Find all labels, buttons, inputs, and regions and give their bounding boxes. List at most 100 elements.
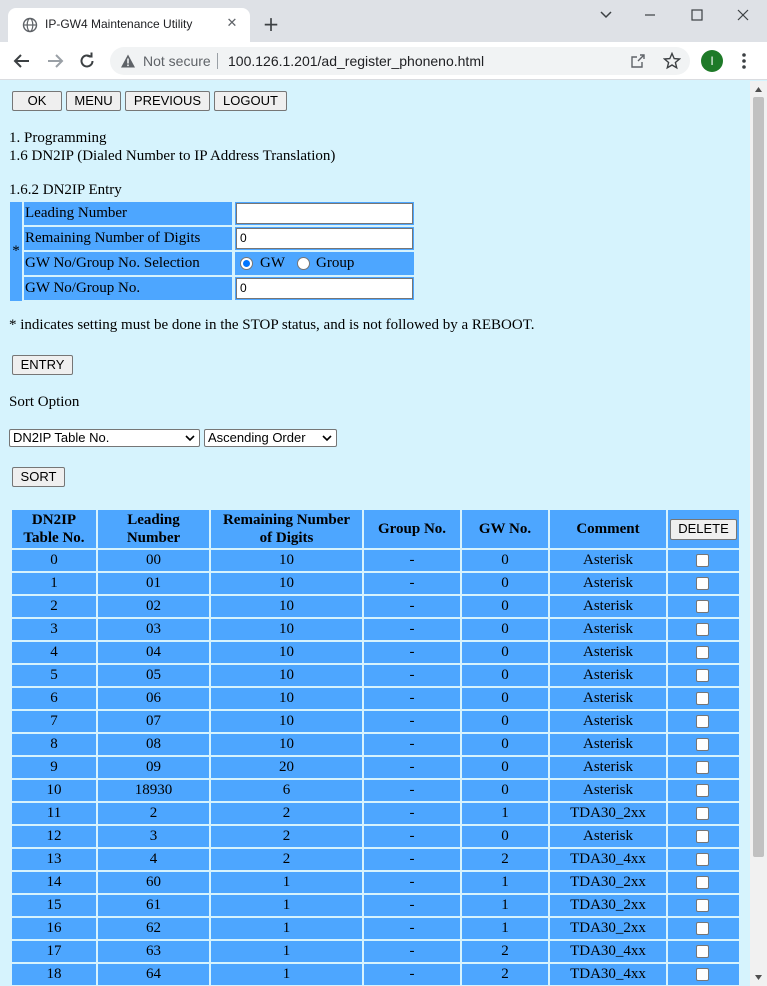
header-remaining-line1: Remaining Number [222,512,351,528]
delete-checkbox[interactable] [696,623,709,636]
cell-delete [668,803,739,824]
tab-close-icon[interactable]: ✕ [224,16,240,32]
bookmark-star-icon[interactable] [663,52,681,70]
entry-button[interactable]: ENTRY [12,355,73,375]
address-bar[interactable]: Not secure 100.126.1.201/ad_register_pho… [110,47,690,75]
cell-leading-number: 18930 [98,780,209,801]
sort-field-select[interactable]: DN2IP Table No. [9,429,200,447]
gw-group-no-input[interactable]: 0 [236,278,413,299]
cell-group-no: - [364,780,460,801]
sort-button[interactable]: SORT [12,467,65,487]
cell-gw-no: 0 [462,757,548,778]
cell-delete [668,849,739,870]
delete-checkbox[interactable] [696,577,709,590]
cell-table-no: 17 [12,941,96,962]
more-options-icon[interactable] [736,51,752,71]
cell-gw-no: 0 [462,573,548,594]
vertical-scrollbar[interactable] [750,81,767,986]
cell-remaining-digits: 10 [211,573,362,594]
delete-checkbox[interactable] [696,761,709,774]
security-label[interactable]: Not secure [143,53,211,69]
delete-checkbox[interactable] [696,692,709,705]
maximize-icon[interactable] [685,4,709,26]
cell-group-no: - [364,711,460,732]
header-table-no: DN2IP Table No. [12,510,96,548]
reload-icon[interactable] [77,51,97,71]
cell-comment: TDA30_2xx [550,918,666,939]
header-group-no: Group No. [364,510,460,548]
cell-remaining-digits: 1 [211,872,362,893]
header-gw-no: GW No. [462,510,548,548]
sort-order-select[interactable]: Ascending Order [204,429,337,447]
browser-tab[interactable]: IP-GW4 Maintenance Utility ✕ [8,8,250,42]
delete-button[interactable]: DELETE [670,518,737,540]
cell-delete [668,619,739,640]
cell-leading-number: 06 [98,688,209,709]
back-arrow-icon[interactable] [12,51,32,71]
cell-remaining-digits: 20 [211,757,362,778]
logout-button[interactable]: LOGOUT [214,91,287,111]
delete-checkbox[interactable] [696,807,709,820]
header-group-no-label: Group No. [377,521,447,537]
cell-table-no: 16 [12,918,96,939]
cell-gw-no: 0 [462,619,548,640]
scroll-up-icon[interactable] [754,85,763,94]
form-row-leading-number: Leading Number [24,202,414,225]
delete-checkbox[interactable] [696,968,709,981]
cell-remaining-digits: 10 [211,596,362,617]
cell-delete [668,757,739,778]
delete-checkbox[interactable] [696,830,709,843]
header-remaining-line2: of Digits [259,530,314,546]
cell-comment: Asterisk [550,711,666,732]
delete-checkbox[interactable] [696,738,709,751]
cell-leading-number: 60 [98,872,209,893]
delete-checkbox[interactable] [696,876,709,889]
ok-button[interactable]: OK [12,91,62,111]
cell-group-no: - [364,619,460,640]
leading-number-input[interactable] [236,203,413,224]
delete-checkbox[interactable] [696,669,709,682]
new-tab-button[interactable]: + [261,14,281,34]
minimize-icon[interactable] [638,4,662,26]
cell-group-no: - [364,665,460,686]
radio-gw[interactable] [240,257,253,270]
cell-delete [668,826,739,847]
profile-avatar[interactable]: I [701,50,723,72]
remaining-digits-label: Remaining Number of Digits [24,227,232,250]
form-row-gw-group-no: GW No/Group No. 0 [24,277,414,300]
delete-checkbox[interactable] [696,600,709,613]
cell-remaining-digits: 10 [211,734,362,755]
remaining-digits-input[interactable]: 0 [236,228,413,249]
close-icon[interactable] [731,4,755,26]
radio-group[interactable] [297,257,310,270]
forward-arrow-icon[interactable] [45,51,65,71]
section-title: 1.6.2 DN2IP Entry [9,182,122,198]
cell-group-no: - [364,734,460,755]
cell-leading-number: 02 [98,596,209,617]
cell-comment: Asterisk [550,734,666,755]
previous-button[interactable]: PREVIOUS [125,91,210,111]
header-comment: Comment [550,510,666,548]
delete-checkbox[interactable] [696,646,709,659]
cell-remaining-digits: 1 [211,895,362,916]
delete-checkbox[interactable] [696,554,709,567]
scroll-down-icon[interactable] [754,973,763,982]
share-icon[interactable] [630,53,646,69]
delete-checkbox[interactable] [696,899,709,912]
delete-checkbox[interactable] [696,945,709,958]
delete-checkbox[interactable] [696,715,709,728]
cell-leading-number: 3 [98,826,209,847]
delete-checkbox[interactable] [696,922,709,935]
delete-checkbox[interactable] [696,853,709,866]
scroll-thumb[interactable] [753,97,764,857]
cell-leading-number: 07 [98,711,209,732]
cell-gw-no: 0 [462,734,548,755]
menu-button[interactable]: MENU [66,91,121,111]
cell-gw-no: 0 [462,596,548,617]
delete-checkbox[interactable] [696,784,709,797]
cell-table-no: 9 [12,757,96,778]
url-text[interactable]: 100.126.1.201/ad_register_phoneno.html [228,53,484,69]
chevron-down-icon[interactable] [594,4,618,26]
cell-comment: TDA30_2xx [550,803,666,824]
cell-leading-number: 03 [98,619,209,640]
